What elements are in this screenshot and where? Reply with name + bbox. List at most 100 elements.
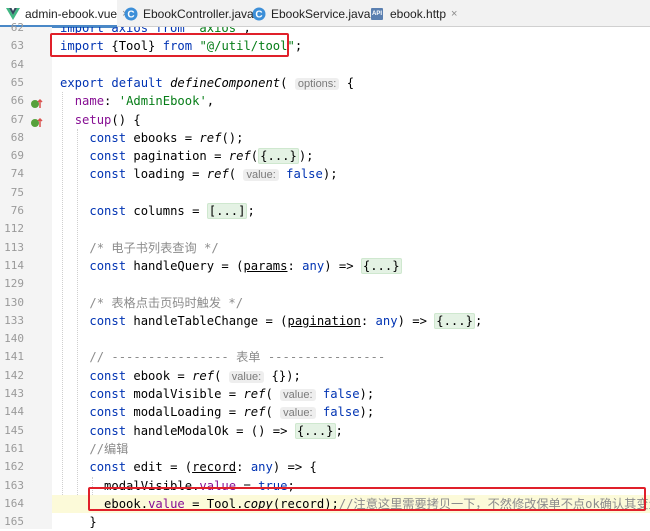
line-number: 66 [10,94,24,108]
tab-ebook-http[interactable]: API ebook.http × [369,0,457,27]
code-line[interactable]: /* 表格点击页码时触发 */ [52,294,650,312]
code-line[interactable]: /* 电子书列表查询 */ [52,239,650,257]
code-token: //编辑 [89,441,129,456]
code-token: const [89,313,127,328]
code-line[interactable]: const handleQuery = (params: any) => {..… [52,257,650,275]
code-token: record [192,460,237,475]
code-token: const [89,387,127,401]
code-token: ); [298,149,314,164]
code-line[interactable]: const modalVisible = ref( value: false); [52,385,650,403]
code-line[interactable]: setup() { [52,111,650,129]
code-line[interactable]: const columns = [...]; [52,202,650,220]
code-line[interactable]: const pagination = ref({...}); [52,147,650,165]
folded-code[interactable]: {...} [294,422,336,439]
line-number: 161 [4,441,24,455]
code-token: name [74,94,105,109]
line-number: 164 [4,496,24,510]
code-line[interactable]: name: 'AdminEbook', [52,92,650,110]
parameter-hint: options: [294,77,340,90]
code-line[interactable]: const ebooks = ref(); [52,129,650,147]
code-token: ( [280,75,295,90]
code-token: ; [335,423,343,438]
line-gutter: 62 63 64 65 66 67 68 69 74 75 76 112 113 114 129 130 133… [0,21,52,529]
folded-code[interactable]: [...] [206,203,248,219]
folded-code[interactable]: {...} [434,312,475,329]
close-icon[interactable]: × [451,8,457,20]
line-number: 142 [4,368,24,382]
line-number: 130 [4,295,24,309]
code-token: ); [322,167,338,182]
highlight-box-copy [88,487,646,511]
code-token: ); [359,387,375,401]
code-token: params [243,258,288,273]
code-token: ref [192,368,215,383]
folded-code[interactable]: {...} [258,148,299,165]
api-icon: API [369,7,385,21]
line-number: 69 [10,149,24,163]
code-token: any [375,313,398,328]
class-icon: C [124,7,138,21]
tab-ebook-controller-java[interactable]: C EbookController.java × [124,0,265,27]
code-token: ) => [324,258,361,273]
line-number: 62 [10,21,24,34]
code-token: ref [199,130,222,145]
code-token: ) => { [272,460,317,475]
override-icon[interactable] [30,114,44,127]
line-number: 114 [4,258,24,272]
line-number: 163 [4,478,24,492]
tab-ebook-service-java[interactable]: C EbookService.java × [252,0,382,27]
code-token: 'AdminEbook' [118,94,207,109]
code-line[interactable] [52,275,650,293]
code-token: columns = [126,204,207,218]
code-line[interactable] [52,330,650,348]
override-icon[interactable] [30,95,44,109]
code-token: pagination [287,313,361,328]
code-line[interactable] [52,56,650,74]
code-line[interactable]: const loading = ref( value: false); [52,165,650,183]
code-line[interactable]: const handleModalOk = () => {...}; [52,422,650,440]
code-token: /* 电子书列表查询 */ [89,240,219,255]
line-number: 113 [4,240,24,254]
code-line[interactable]: const edit = (record: any) => { [52,458,650,476]
code-line[interactable] [52,220,650,238]
line-number: 74 [10,167,24,181]
code-token: ebook = [126,368,193,383]
code-token: ) => [397,313,435,328]
tab-label: EbookService.java [271,6,371,21]
code-line[interactable]: const ebook = ref( value: {}); [52,367,650,385]
code-token: (); [221,130,244,145]
code-line[interactable]: export default defineComponent( options:… [52,74,650,92]
code-line[interactable] [52,184,650,202]
code-token: const [89,167,127,182]
code-token: // ---------------- 表单 ---------------- [89,350,386,365]
code-token: modalVisible = [126,387,244,401]
code-line[interactable]: } [52,513,650,529]
code-token: { [339,75,355,90]
code-token: const [89,130,127,145]
code-token: any [302,258,325,273]
code-line[interactable]: const modalLoading = ref( value: false); [52,403,650,421]
code-token: handleQuery = ( [126,258,244,273]
code-token: ( [265,405,281,420]
code-editor[interactable]: import axios from 'axios'; import {Tool} … [52,27,650,529]
code-line[interactable]: const handleTableChange = (pagination: a… [52,312,650,330]
code-line[interactable]: // ---------------- 表单 ---------------- [52,348,650,366]
code-token: const [89,423,127,438]
svg-text:C: C [255,9,262,20]
parameter-hint: value: [280,389,316,401]
code-token: , [206,94,215,109]
folded-code[interactable]: {...} [360,257,402,274]
code-line[interactable]: //编辑 [52,440,650,458]
code-token: ( [228,167,244,182]
